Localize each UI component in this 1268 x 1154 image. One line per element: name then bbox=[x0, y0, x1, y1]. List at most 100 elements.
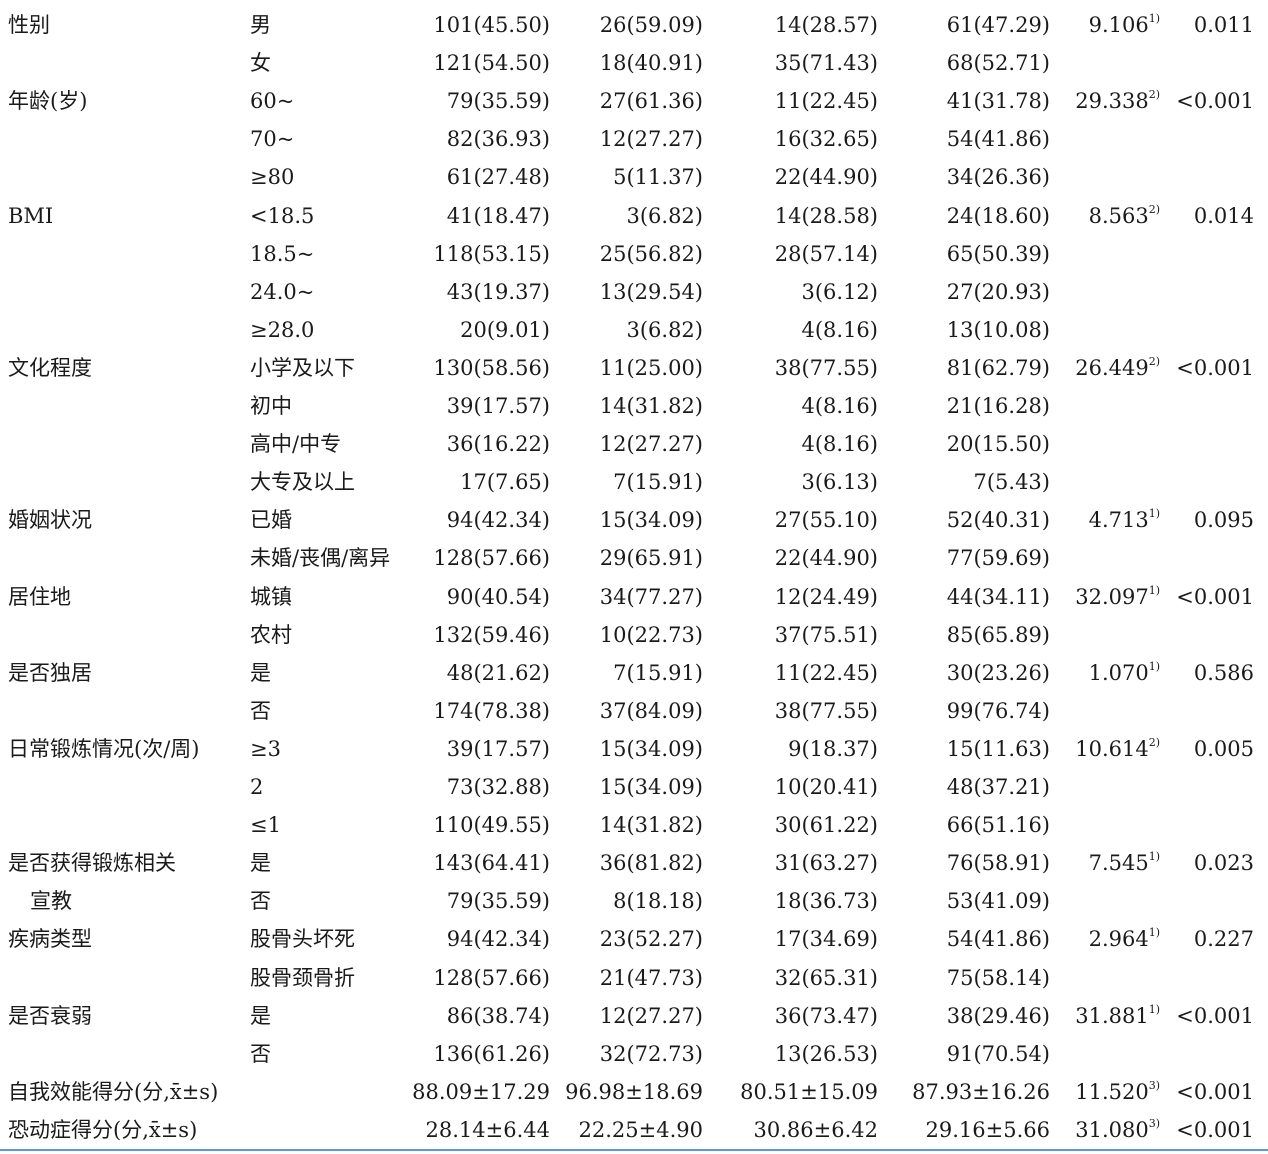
statistic-footnote-marker: 1) bbox=[1148, 850, 1160, 864]
cell-group-2: 28(57.14) bbox=[774, 241, 878, 266]
statistic-footnote-marker: 2) bbox=[1148, 354, 1160, 368]
cell-statistic bbox=[1055, 539, 1160, 577]
cell-group-2: 3(6.13) bbox=[801, 470, 878, 495]
table-row: 是否独居 是 48(21.62) 7(15.91) 11(22.45) 30(23.26)… bbox=[0, 654, 1268, 692]
cell-group-2: 31(63.27) bbox=[774, 851, 878, 876]
cell-group-2: 38(77.55) bbox=[774, 698, 878, 723]
statistic-value: 31.881 bbox=[1075, 1003, 1149, 1028]
table-row: 大专及以上 17(7.65) 7(15.91) 3(6.13) 7(5.43) bbox=[0, 463, 1268, 501]
statistic-footnote-marker: 2) bbox=[1148, 202, 1160, 216]
cell-group-3: 54(41.86) bbox=[946, 927, 1050, 952]
statistic-value: 32.097 bbox=[1075, 584, 1149, 609]
row-variable: 是否衰弱 bbox=[8, 1003, 92, 1028]
cell-p-value: 0.011 bbox=[1193, 13, 1254, 37]
cell-p-value bbox=[1170, 311, 1254, 349]
cell-group-2: 32(65.31) bbox=[774, 965, 878, 990]
cell-group-3: 81(62.79) bbox=[946, 355, 1050, 380]
row-category: 女 bbox=[250, 51, 271, 76]
cell-group-1: 36(81.82) bbox=[599, 851, 703, 876]
cell-group-3: 27(20.93) bbox=[946, 279, 1050, 304]
cell-group-3: 65(50.39) bbox=[946, 241, 1050, 266]
cell-total: 36(16.22) bbox=[446, 432, 550, 457]
table-row: 宣教 否 79(35.59) 8(18.18) 18(36.73) 53(41.09) bbox=[0, 882, 1268, 920]
cell-total: 90(40.54) bbox=[446, 584, 550, 609]
cell-group-3: 13(10.08) bbox=[946, 317, 1050, 342]
cell-statistic: 29.3382) bbox=[1055, 82, 1160, 120]
row-category: 股骨颈骨折 bbox=[250, 965, 355, 990]
table-row: 年龄(岁) 60~ 79(35.59) 27(61.36) 11(22.45) 41(31… bbox=[0, 82, 1268, 120]
cell-p-value bbox=[1170, 616, 1254, 654]
cell-p-value bbox=[1170, 44, 1254, 82]
table-row: BMI <18.5 41(18.47) 3(6.82) 14(28.58) 24(18.6… bbox=[0, 197, 1268, 235]
cell-total: 94(42.34) bbox=[446, 508, 550, 533]
table-row: 性别 男 101(45.50) 26(59.09) 14(28.57) 61(47.29)… bbox=[0, 6, 1268, 44]
cell-group-1: 3(6.82) bbox=[626, 203, 703, 228]
cell-p-value bbox=[1170, 539, 1254, 577]
cell-group-2: 30(61.22) bbox=[774, 813, 878, 838]
cell-total: 20(9.01) bbox=[460, 317, 550, 342]
cell-group-3: 41(31.78) bbox=[946, 89, 1050, 114]
cell-total: 82(36.93) bbox=[446, 127, 550, 152]
cell-statistic: 11.5203) bbox=[1055, 1073, 1160, 1111]
row-variable bbox=[8, 158, 244, 196]
cell-group-2: 22(44.90) bbox=[774, 165, 878, 190]
cell-group-3: 66(51.16) bbox=[946, 813, 1050, 838]
cell-statistic: 8.5632) bbox=[1055, 197, 1160, 235]
cell-group-1: 12(27.27) bbox=[599, 127, 703, 152]
cell-total: 79(35.59) bbox=[446, 889, 550, 914]
row-category: <18.5 bbox=[250, 203, 315, 228]
statistic-footnote-marker: 1) bbox=[1148, 1002, 1160, 1016]
row-category: 男 bbox=[250, 13, 271, 37]
cell-statistic: 9.1061) bbox=[1055, 6, 1160, 44]
table-row: ≥28.0 20(9.01) 3(6.82) 4(8.16) 13(10.08) bbox=[0, 311, 1268, 349]
cell-total: 39(17.57) bbox=[446, 736, 550, 761]
row-category: 24.0~ bbox=[250, 279, 315, 304]
row-category: ≤1 bbox=[250, 813, 281, 838]
table-row: 70~ 82(36.93) 12(27.27) 16(32.65) 54(41.86) bbox=[0, 120, 1268, 158]
table-row: 文化程度 小学及以下 130(58.56) 11(25.00) 38(77.55) 81(… bbox=[0, 349, 1268, 387]
cell-group-2: 4(8.16) bbox=[801, 394, 878, 418]
cell-p-value bbox=[1170, 1035, 1254, 1073]
statistic-footnote-marker: 3) bbox=[1148, 1116, 1160, 1130]
row-category: 是 bbox=[250, 660, 271, 685]
row-category: 是 bbox=[250, 1003, 271, 1028]
row-category: 城镇 bbox=[250, 584, 292, 609]
table-row: 初中 39(17.57) 14(31.82) 4(8.16) 21(16.28) bbox=[0, 387, 1268, 425]
table-row: ≤1 110(49.55) 14(31.82) 30(61.22) 66(51.16) bbox=[0, 806, 1268, 844]
row-variable bbox=[8, 311, 244, 349]
statistic-footnote-marker: 3) bbox=[1148, 1078, 1160, 1092]
statistic-value: 4.713 bbox=[1088, 508, 1149, 533]
cell-group-3: 21(16.28) bbox=[946, 394, 1050, 418]
cell-group-1: 15(34.09) bbox=[599, 775, 703, 799]
cell-statistic bbox=[1055, 273, 1160, 311]
cell-p-value: <0.001 bbox=[1176, 1003, 1254, 1028]
row-variable bbox=[8, 235, 244, 273]
cell-p-value bbox=[1170, 692, 1254, 730]
cell-group-3: 34(26.36) bbox=[946, 165, 1050, 190]
cell-group-1: 34(77.27) bbox=[599, 584, 703, 609]
row-variable bbox=[8, 959, 244, 997]
cell-statistic bbox=[1055, 425, 1160, 463]
cell-group-2: 18(36.73) bbox=[774, 889, 878, 914]
cell-total: 86(38.74) bbox=[446, 1003, 550, 1028]
cell-group-2: 10(20.41) bbox=[774, 775, 878, 799]
statistic-footnote-marker: 1) bbox=[1148, 507, 1160, 521]
statistic-footnote-marker: 1) bbox=[1148, 659, 1160, 673]
cell-p-value: 0.014 bbox=[1193, 203, 1254, 228]
cell-group-3: 76(58.91) bbox=[946, 851, 1050, 876]
cell-total: 174(78.38) bbox=[433, 698, 550, 723]
row-variable bbox=[8, 692, 244, 730]
cell-p-value: 0.586 bbox=[1193, 660, 1254, 685]
row-category: 已婚 bbox=[250, 508, 292, 533]
cell-total: 130(58.56) bbox=[433, 355, 550, 380]
statistic-value: 8.563 bbox=[1088, 203, 1149, 228]
cell-group-2: 17(34.69) bbox=[774, 927, 878, 952]
cell-statistic: 31.8811) bbox=[1055, 997, 1160, 1035]
statistic-footnote-marker: 1) bbox=[1148, 583, 1160, 597]
table-row: 女 121(54.50) 18(40.91) 35(71.43) 68(52.71) bbox=[0, 44, 1268, 82]
row-category: 小学及以下 bbox=[250, 355, 355, 380]
cell-statistic bbox=[1055, 1035, 1160, 1073]
statistic-value: 7.545 bbox=[1088, 851, 1149, 876]
cell-group-3: 68(52.71) bbox=[946, 51, 1050, 76]
cell-group-3: 7(5.43) bbox=[973, 470, 1050, 495]
